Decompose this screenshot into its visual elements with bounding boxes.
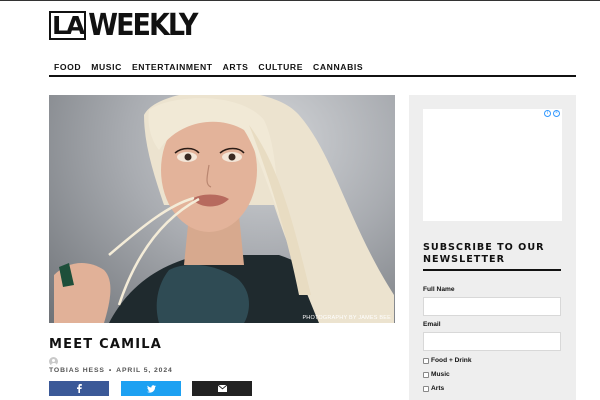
adchoices-icon[interactable]: i ×	[544, 110, 560, 117]
checkbox-arts[interactable]: Arts	[423, 385, 444, 392]
article-title: MEET CAMILA	[49, 337, 163, 352]
nav-item-arts[interactable]: ARTS	[218, 60, 254, 75]
checkbox-label: Arts	[431, 385, 445, 392]
nav-item-food[interactable]: FOOD	[49, 60, 86, 75]
checkbox-label: Music	[431, 371, 450, 378]
la-weekly-logo[interactable]: LA WEEKLY	[49, 7, 198, 43]
checkbox-icon[interactable]	[423, 357, 429, 364]
main-nav: FOOD MUSIC ENTERTAINMENT ARTS CULTURE CA…	[49, 60, 576, 77]
checkbox-icon[interactable]	[423, 385, 429, 392]
top-border	[0, 0, 600, 1]
nav-item-entertainment[interactable]: ENTERTAINMENT	[127, 60, 218, 75]
facebook-icon	[77, 384, 82, 393]
full-name-label: Full Name	[423, 286, 455, 293]
checkbox-label: Food + Drink	[431, 357, 472, 364]
sidebar: i × SUBSCRIBE TO OUR NEWSLETTER Full Name…	[409, 95, 576, 400]
author-name[interactable]: TOBIAS HESS	[49, 367, 105, 374]
newsletter-title: SUBSCRIBE TO OUR NEWSLETTER	[423, 242, 545, 265]
ad-slot[interactable]: i ×	[423, 109, 562, 221]
checkbox-icon[interactable]	[423, 371, 429, 378]
byline-separator: •	[108, 367, 113, 374]
share-email-button[interactable]	[192, 381, 252, 396]
nav-item-cannabis[interactable]: CANNABIS	[308, 60, 368, 75]
logo-la: LA	[49, 10, 87, 40]
email-label: Email	[423, 321, 441, 328]
full-name-field[interactable]	[423, 297, 561, 316]
publish-date: APRIL 5, 2024	[116, 367, 173, 374]
newsletter-divider	[423, 269, 561, 271]
author-avatar-icon	[49, 357, 58, 366]
email-icon	[217, 385, 227, 392]
logo-weekly: WEEKLY	[88, 7, 198, 43]
portrait-photo	[54, 95, 394, 323]
checkbox-food-drink[interactable]: Food + Drink	[423, 357, 471, 364]
nav-item-culture[interactable]: CULTURE	[253, 60, 308, 75]
checkbox-music[interactable]: Music	[423, 371, 450, 378]
nav-item-music[interactable]: MUSIC	[86, 60, 127, 75]
share-facebook-button[interactable]	[49, 381, 109, 396]
article-byline: TOBIAS HESS • APRIL 5, 2024	[49, 367, 173, 374]
share-twitter-button[interactable]	[121, 381, 181, 396]
twitter-icon	[146, 384, 156, 393]
photo-credit: PHOTOGRAPHY BY JAMES BEE	[302, 315, 391, 321]
email-field[interactable]	[423, 332, 561, 351]
hero-image: PHOTOGRAPHY BY JAMES BEE	[49, 95, 395, 323]
